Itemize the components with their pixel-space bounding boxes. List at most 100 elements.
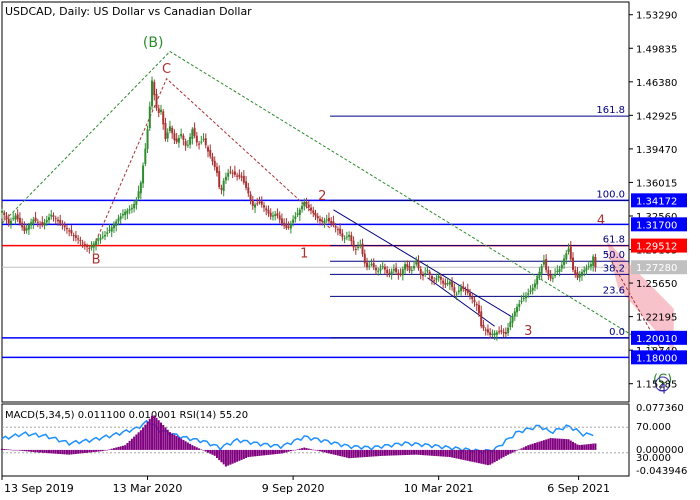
candle-body bbox=[589, 264, 592, 267]
macd-bar bbox=[117, 446, 120, 450]
macd-bar bbox=[104, 449, 107, 451]
candle-body bbox=[298, 209, 301, 216]
candle-body bbox=[79, 240, 82, 242]
macd-bar bbox=[489, 449, 492, 465]
candle-body bbox=[415, 262, 418, 265]
macd-bar bbox=[399, 449, 402, 456]
candle-body bbox=[495, 332, 498, 335]
candle-body bbox=[61, 223, 64, 226]
macd-bar bbox=[480, 449, 483, 464]
macd-bar bbox=[236, 449, 239, 462]
candle-body bbox=[137, 191, 140, 199]
candle-body bbox=[354, 248, 357, 250]
macd-bar bbox=[383, 449, 386, 456]
wave-label-3: 2 bbox=[318, 189, 326, 204]
indicator-tick-label-0: 0.077360 bbox=[636, 403, 684, 414]
macd-bar bbox=[448, 449, 451, 458]
macd-bar bbox=[251, 449, 254, 457]
macd-bar bbox=[151, 415, 154, 450]
macd-bar bbox=[224, 449, 227, 467]
candle-body bbox=[148, 106, 151, 129]
candle-body bbox=[70, 229, 73, 234]
macd-bar bbox=[16, 449, 19, 451]
candle-body bbox=[39, 223, 42, 225]
macd-bar bbox=[401, 449, 404, 456]
macd-bar bbox=[330, 449, 333, 454]
macd-bar bbox=[404, 449, 407, 456]
macd-bar bbox=[435, 449, 438, 457]
macd-bar bbox=[211, 449, 214, 455]
candle-body bbox=[271, 215, 274, 217]
macd-bar bbox=[495, 449, 498, 461]
macd-bar bbox=[99, 449, 102, 452]
price-tick-label-2: 1.46380 bbox=[636, 78, 677, 89]
macd-bar bbox=[52, 449, 55, 454]
candle-body bbox=[186, 144, 189, 146]
macd-bar bbox=[27, 449, 30, 452]
candle-body bbox=[305, 201, 308, 205]
candle-body bbox=[289, 223, 292, 229]
price-tick-label-0: 1.53290 bbox=[636, 11, 677, 22]
candle-body bbox=[56, 219, 59, 222]
macd-bar bbox=[209, 449, 212, 454]
candle-body bbox=[7, 218, 10, 224]
candle-body bbox=[410, 269, 413, 271]
macd-bar bbox=[551, 438, 554, 450]
macd-bar bbox=[504, 449, 507, 456]
candle-body bbox=[146, 129, 149, 149]
macd-bar bbox=[25, 449, 28, 452]
macd-bar bbox=[453, 449, 456, 458]
candle-body bbox=[43, 222, 46, 226]
candle-body bbox=[314, 213, 317, 216]
macd-bar bbox=[153, 415, 156, 450]
candle-body bbox=[238, 174, 241, 177]
macd-bar bbox=[81, 449, 84, 454]
macd-bar bbox=[256, 449, 259, 457]
macd-bar bbox=[162, 424, 165, 450]
macd-bar bbox=[406, 449, 409, 455]
candle-body bbox=[200, 141, 203, 143]
candle-body bbox=[408, 266, 411, 271]
candle-body bbox=[540, 266, 543, 274]
candle-body bbox=[399, 273, 402, 275]
macd-bar bbox=[265, 449, 268, 456]
candle-body bbox=[522, 297, 525, 300]
macd-bar bbox=[583, 444, 586, 450]
candle-body bbox=[448, 281, 451, 285]
candle-body bbox=[536, 277, 539, 285]
candle-body bbox=[592, 256, 595, 266]
candle-body bbox=[45, 219, 48, 223]
macd-bar bbox=[222, 449, 225, 465]
candle-body bbox=[542, 260, 545, 265]
macd-bar bbox=[457, 449, 460, 459]
macd-bar bbox=[323, 449, 326, 453]
candle-body bbox=[117, 218, 120, 222]
candle-body bbox=[202, 138, 205, 140]
candle-body bbox=[502, 331, 505, 333]
macd-bar bbox=[88, 449, 91, 453]
candle-body bbox=[471, 296, 474, 300]
candle-body bbox=[25, 228, 28, 231]
macd-bar bbox=[110, 448, 113, 450]
candle-body bbox=[489, 332, 492, 336]
candle-body bbox=[303, 202, 306, 207]
candle-body bbox=[442, 280, 445, 284]
macd-bar bbox=[177, 437, 180, 450]
macd-bar bbox=[334, 449, 337, 456]
price-tick-label-8: 1.25650 bbox=[636, 279, 677, 290]
candle-body bbox=[164, 123, 167, 139]
candle-body bbox=[23, 226, 26, 232]
macd-bar bbox=[372, 449, 375, 457]
candle-body bbox=[307, 204, 310, 208]
macd-bar bbox=[148, 418, 151, 450]
candle-body bbox=[267, 209, 270, 214]
macd-bar bbox=[520, 448, 523, 450]
macd-bar bbox=[484, 449, 487, 465]
macd-bar bbox=[184, 441, 187, 450]
candle-body bbox=[572, 257, 575, 270]
candle-body bbox=[292, 219, 295, 223]
indicator-tick-label-3: 30.000 bbox=[636, 453, 671, 464]
macd-bar bbox=[327, 449, 330, 454]
macd-bar bbox=[428, 449, 431, 456]
candle-body bbox=[413, 266, 416, 269]
